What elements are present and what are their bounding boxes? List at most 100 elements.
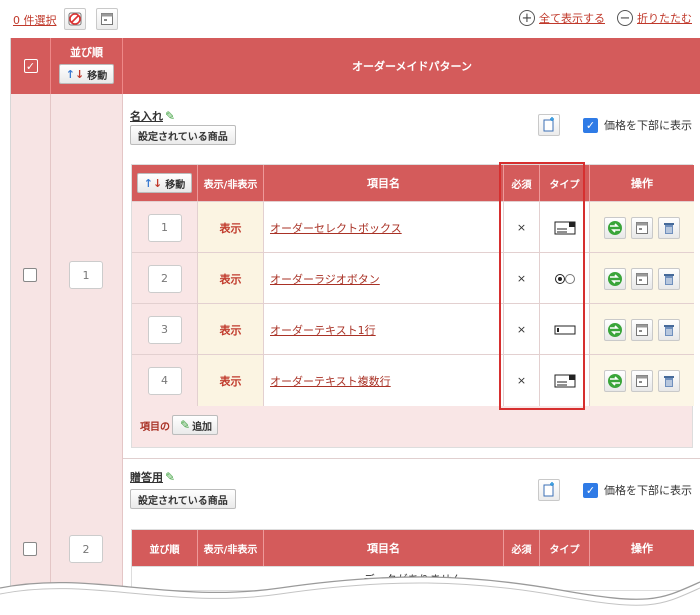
item-display-status[interactable]: 表示 <box>220 220 242 236</box>
row1-order-cell: 1 <box>51 94 123 459</box>
add-item-button[interactable]: ✎ 追加 <box>172 415 219 435</box>
trash-icon <box>664 375 674 387</box>
delete-button[interactable] <box>658 318 680 341</box>
item-display-cell: 表示 <box>198 253 264 304</box>
col-required-header: 必須 <box>504 530 540 566</box>
move-button[interactable]: ↑↓ 移動 <box>58 64 115 84</box>
pattern-title-text: 贈答用 <box>130 471 163 484</box>
no-select-icon <box>68 12 82 26</box>
window-button[interactable] <box>631 318 653 341</box>
item-order-input[interactable]: 1 <box>147 213 182 242</box>
window-button[interactable] <box>96 8 118 30</box>
window-button[interactable] <box>631 216 653 239</box>
edit-pencil-icon[interactable]: ✎ <box>165 109 175 123</box>
item-row: 4 表示 オーダーテキスト複数行 × <box>132 354 694 406</box>
item-order-cell: 4 <box>132 355 198 406</box>
deselect-button[interactable] <box>64 8 86 30</box>
window-icon <box>636 323 648 336</box>
row2-order-input[interactable]: 2 <box>69 535 103 563</box>
price-bottom-option[interactable]: ✓ 価格を下部に表示 <box>583 117 692 133</box>
pattern-table: ✓ 並び順 ↑↓ 移動 オーダーメイドパターン 1 名入れ ✎ 設定されている商品… <box>10 38 700 599</box>
window-icon <box>636 272 648 285</box>
price-bottom-checkbox[interactable]: ✓ <box>583 482 598 498</box>
window-button[interactable] <box>631 369 653 392</box>
trash-icon <box>664 273 674 285</box>
selection-count[interactable]: 0 件選択 <box>13 12 57 28</box>
delete-button[interactable] <box>658 216 680 239</box>
item-name-link[interactable]: オーダーラジオボタン <box>264 253 504 304</box>
window-icon <box>636 374 648 387</box>
col-order-header: 並び順 <box>132 530 198 566</box>
copy-pattern-button[interactable] <box>538 114 560 136</box>
set-products-button[interactable]: 設定されている商品 <box>130 125 236 145</box>
price-bottom-checkbox[interactable]: ✓ <box>583 117 598 133</box>
item-name-link[interactable]: オーダーテキスト1行 <box>264 304 504 355</box>
col-ops-header: 操作 <box>590 530 694 566</box>
trash-icon <box>664 222 674 234</box>
item-order-input[interactable]: 2 <box>147 264 182 293</box>
pattern-title-text: 名入れ <box>130 110 163 123</box>
toolbar: 0 件選択 + 全て表示する − 折りたたむ <box>0 0 700 38</box>
transfer-arrows-icon <box>608 220 622 235</box>
item-display-cell: 表示 <box>198 304 264 355</box>
transfer-arrows-icon <box>608 322 622 337</box>
row1-order-input[interactable]: 1 <box>69 261 103 289</box>
edit-pencil-icon[interactable]: ✎ <box>165 470 175 484</box>
item-order-cell: 2 <box>132 253 198 304</box>
col-name-header: 項目名 <box>264 165 504 201</box>
transfer-button[interactable] <box>604 318 626 341</box>
add-pencil-icon: ✎ <box>180 418 191 432</box>
pattern-title-1[interactable]: 名入れ ✎ <box>130 108 175 124</box>
transfer-button[interactable] <box>604 369 626 392</box>
item-display-status[interactable]: 表示 <box>220 322 242 338</box>
row2-checkbox[interactable] <box>23 542 37 556</box>
price-bottom-option[interactable]: ✓ 価格を下部に表示 <box>583 482 692 498</box>
col-type-header: タイプ <box>540 530 590 566</box>
set-products-button[interactable]: 設定されている商品 <box>130 489 236 509</box>
delete-button[interactable] <box>658 369 680 392</box>
row1-checkbox[interactable] <box>23 268 37 282</box>
copy-pattern-button[interactable] <box>538 479 560 501</box>
header-order-cell: 並び順 ↑↓ 移動 <box>51 38 123 94</box>
collapse-label: 折りたたむ <box>637 12 692 25</box>
pattern-title-2[interactable]: 贈答用 ✎ <box>130 469 175 485</box>
collapse-link[interactable]: − 折りたたむ <box>617 10 692 26</box>
item-name-link[interactable]: オーダーテキスト複数行 <box>264 355 504 406</box>
header-check-cell: ✓ <box>11 38 51 94</box>
item-ops-cell <box>590 202 694 253</box>
move-arrows-icon: ↑↓ <box>143 176 163 190</box>
item-ops-cell <box>590 304 694 355</box>
item-display-cell: 表示 <box>198 355 264 406</box>
item-order-input[interactable]: 3 <box>147 315 182 344</box>
transfer-arrows-icon <box>608 373 622 388</box>
delete-button[interactable] <box>658 267 680 290</box>
order-header: 並び順 <box>70 46 103 59</box>
items-move-header: ↑↓ 移動 <box>132 165 198 201</box>
item-order-cell: 3 <box>132 304 198 355</box>
pattern-header: オーダーメイドパターン <box>351 60 472 73</box>
transfer-arrows-icon <box>608 271 622 286</box>
col-name-header: 項目名 <box>264 530 504 566</box>
item-display-status[interactable]: 表示 <box>220 271 242 287</box>
items-move-label: 移動 <box>165 179 186 191</box>
window-button[interactable] <box>631 267 653 290</box>
trash-icon <box>664 324 674 336</box>
item-name-link[interactable]: オーダーセレクトボックス <box>264 202 504 253</box>
price-bottom-label: 価格を下部に表示 <box>604 484 692 497</box>
show-all-label: 全て表示する <box>539 12 605 25</box>
add-item-prefix: 項目の <box>140 421 170 433</box>
items-move-button[interactable]: ↑↓ 移動 <box>136 173 193 193</box>
select-all-checkbox[interactable]: ✓ <box>23 59 38 73</box>
table-header: ✓ 並び順 ↑↓ 移動 オーダーメイドパターン <box>11 38 700 94</box>
items-table: ↑↓ 移動 表示/非表示 項目名 必須 タイプ 操作 1 表示 オーダーセレクト… <box>131 164 694 448</box>
copy-add-icon <box>543 117 554 132</box>
transfer-button[interactable] <box>604 216 626 239</box>
show-all-link[interactable]: + 全て表示する <box>519 10 605 26</box>
move-label: 移動 <box>87 70 108 82</box>
price-bottom-label: 価格を下部に表示 <box>604 119 692 132</box>
transfer-button[interactable] <box>604 267 626 290</box>
item-order-input[interactable]: 4 <box>147 366 182 395</box>
plus-circle-icon: + <box>519 10 535 26</box>
window-icon <box>101 13 113 25</box>
item-display-status[interactable]: 表示 <box>220 373 242 389</box>
